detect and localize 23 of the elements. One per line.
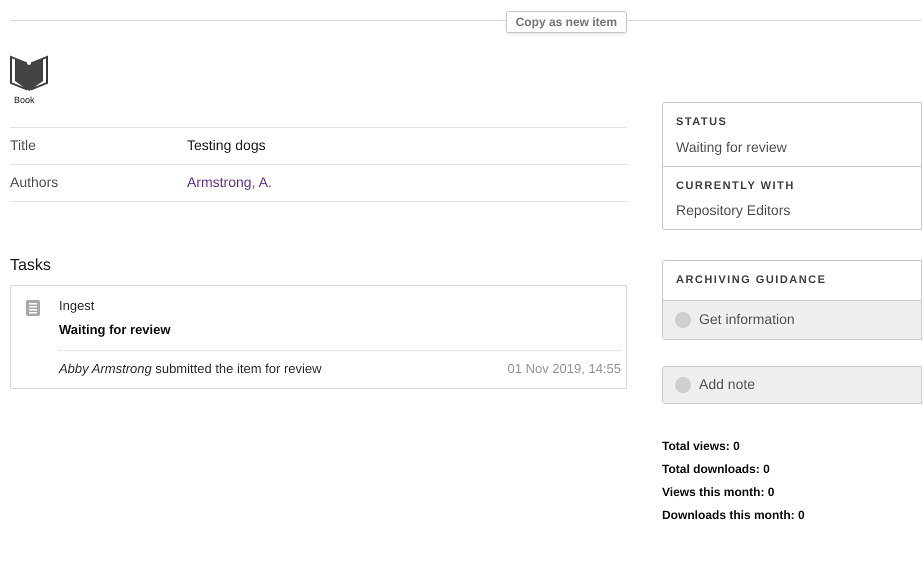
book-icon bbox=[10, 55, 48, 93]
stat-text: Total downloads: 0 bbox=[662, 460, 770, 478]
stat-text: Downloads this month: 0 bbox=[662, 506, 805, 524]
field-label: Authors bbox=[10, 173, 60, 192]
field-label: Title bbox=[10, 136, 37, 155]
panel-heading: CURRENTLY WITH bbox=[676, 178, 795, 194]
stat-text: Views this month: 0 bbox=[662, 484, 774, 500]
tasks-heading: Tasks bbox=[10, 256, 52, 276]
copy-button[interactable]: Copy as new item bbox=[506, 11, 627, 33]
task-status: Waiting for review bbox=[59, 321, 170, 339]
author-link[interactable]: Armstrong, A. bbox=[187, 172, 272, 193]
stat-text: Total views: 0 bbox=[662, 438, 740, 454]
panel-value: Repository Editors bbox=[676, 201, 790, 220]
add-note-button[interactable]: Add note bbox=[662, 366, 922, 404]
document-icon bbox=[26, 300, 40, 316]
field-value: Testing dogs bbox=[187, 136, 266, 155]
panel-value: Waiting for review bbox=[676, 138, 787, 157]
item-type-label: Book bbox=[14, 94, 35, 107]
panel-heading: STATUS bbox=[676, 115, 728, 130]
task-time: 01 Nov 2019, 14:55 bbox=[508, 360, 621, 378]
get-information-button[interactable]: Get information bbox=[663, 300, 921, 338]
task-event: Abby Armstrong submitted the item for review bbox=[59, 360, 322, 378]
task-name: Ingest bbox=[59, 296, 94, 315]
